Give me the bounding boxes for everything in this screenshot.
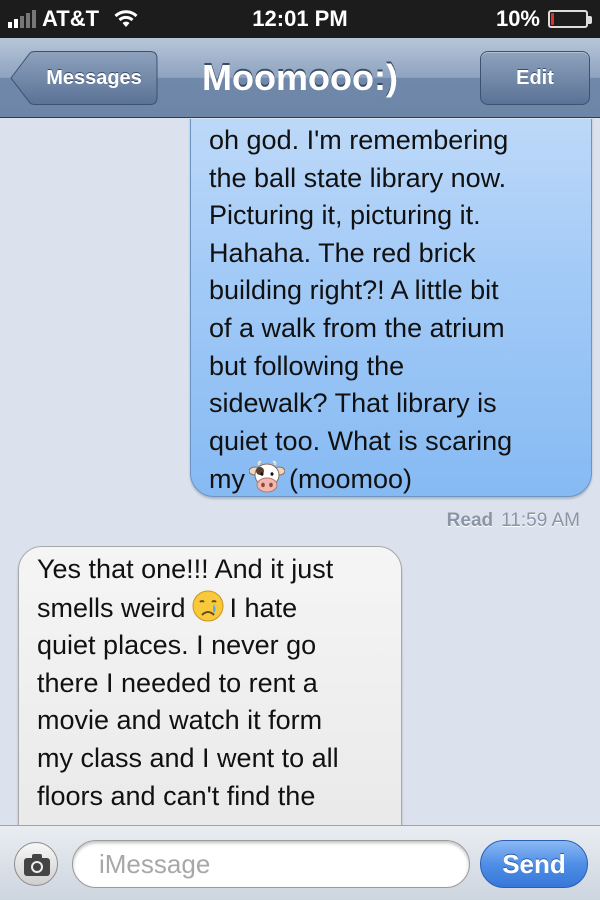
message-line: floors and can't find the [37, 780, 316, 811]
message-text: my [209, 464, 245, 495]
message-line: the ball state library now. [209, 162, 507, 193]
message-line: Yes that one!!! And it just [37, 554, 334, 584]
back-button-label: Messages [46, 67, 142, 89]
sent-message-bubble[interactable]: oh god. I'm remembering the ball state l… [190, 119, 592, 497]
message-text: (moomoo) [289, 464, 413, 495]
message-line: there I needed to rent a [37, 667, 318, 698]
message-line: movie and watch it form [37, 705, 323, 736]
message-line: Hahaha. The red brick [209, 237, 476, 268]
edit-button[interactable]: Edit [480, 51, 590, 105]
camera-button[interactable] [14, 842, 58, 886]
message-line: building right?! A little bit [209, 275, 499, 306]
status-bar: AT&T 12:01 PM 10% [0, 0, 600, 38]
camera-icon [24, 854, 50, 876]
message-line: of a walk from the atrium [209, 312, 505, 343]
battery-level-fill [551, 13, 554, 25]
received-message-bubble[interactable]: Yes that one!!! And it just smells weird… [18, 546, 402, 825]
read-receipt: Read 11:59 AM [447, 510, 580, 532]
crying-face-emoji [192, 590, 224, 622]
back-button-messages[interactable]: Messages [10, 51, 158, 105]
message-line: my class and I went to all [37, 742, 339, 773]
message-text: smells weird [37, 592, 186, 623]
battery-percent: 10% [495, 6, 540, 31]
message-line-emoji: smells weird I hate [37, 589, 385, 628]
read-time: 11:59 AM [501, 510, 580, 531]
message-line: quiet too. What is scaring [209, 425, 513, 456]
message-line: oh god. I'm remembering [209, 125, 509, 155]
message-line: quiet places. I never go [37, 630, 317, 661]
message-line-last: my (moomoo) [209, 460, 571, 499]
message-line: Picturing it, picturing it. [209, 200, 481, 231]
message-line: but following the [209, 350, 405, 381]
imessage-input[interactable] [72, 840, 470, 888]
message-text: I hate [229, 592, 298, 623]
read-label: Read [446, 510, 494, 531]
compose-bar: Send [0, 825, 600, 900]
navigation-bar: Messages Moomooo:) Edit [0, 38, 600, 118]
send-button[interactable]: Send [480, 840, 588, 888]
cow-face-emoji [249, 461, 285, 493]
status-right: 10% [495, 6, 592, 32]
conversation-title: Moomooo:) [202, 57, 398, 98]
message-thread[interactable]: oh god. I'm remembering the ball state l… [0, 119, 600, 825]
battery-icon [548, 10, 592, 28]
message-line: sidewalk? That library is [209, 388, 497, 419]
